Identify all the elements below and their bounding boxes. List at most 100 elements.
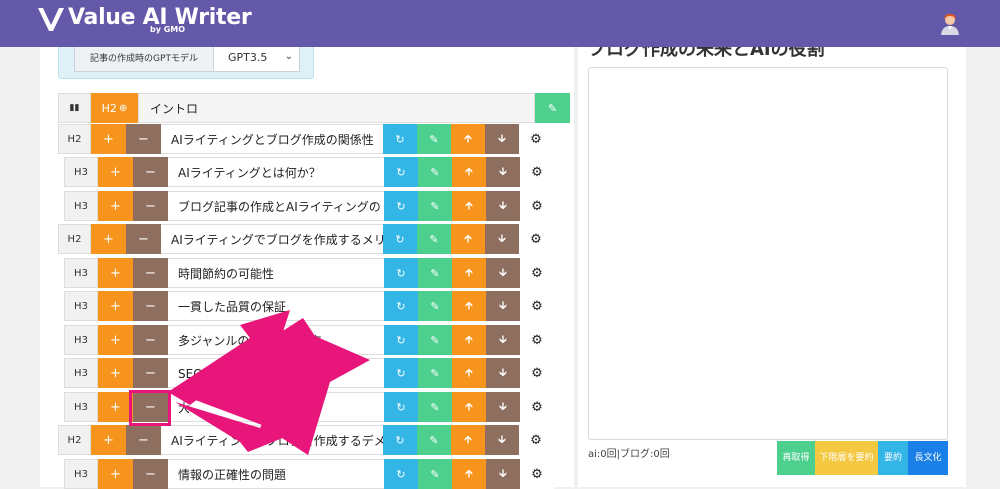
heading-title[interactable]: AIライティングとブログ作成の関係性 — [161, 124, 383, 154]
settings-button[interactable]: ⚙ — [519, 425, 553, 455]
remove-button[interactable]: − — [133, 459, 168, 489]
add-h2-button[interactable]: H2 ⊕ — [91, 93, 138, 123]
heading-title[interactable]: AIライティングとは何か？ — [168, 157, 384, 187]
regenerate-heading-button[interactable]: ↻ — [384, 258, 418, 288]
settings-button[interactable]: ⚙ — [520, 358, 554, 388]
regenerate-heading-button[interactable]: ↻ — [383, 224, 417, 254]
regenerate-heading-button[interactable]: ↻ — [384, 191, 418, 221]
heading-title[interactable]: 情報の正確性の問題 — [168, 459, 384, 489]
add-button[interactable]: + — [98, 191, 133, 221]
move-up-button[interactable]: 🡱 — [451, 224, 485, 254]
move-down-button[interactable]: 🡳 — [486, 358, 520, 388]
regenerate-heading-button[interactable]: ↻ — [383, 124, 417, 154]
add-button[interactable]: + — [98, 392, 133, 422]
regenerate-heading-button[interactable]: ↻ — [384, 459, 418, 489]
pencil-icon: ✎ — [430, 467, 440, 481]
regenerate-heading-button[interactable]: ↻ — [384, 157, 418, 187]
regenerate-heading-button[interactable]: ↻ — [384, 358, 418, 388]
app-logo[interactable]: Value AI Writer — [36, 5, 252, 41]
add-button[interactable]: + — [91, 224, 126, 254]
move-down-button[interactable]: 🡳 — [486, 258, 520, 288]
expand-button[interactable]: 長文化 — [908, 441, 948, 475]
move-up-button[interactable]: 🡱 — [452, 358, 486, 388]
move-up-button[interactable]: 🡱 — [451, 124, 485, 154]
settings-button[interactable]: ⚙ — [520, 191, 554, 221]
move-up-button[interactable]: 🡱 — [452, 325, 486, 355]
remove-button[interactable]: − — [133, 191, 168, 221]
settings-button[interactable]: ⚙ — [519, 224, 553, 254]
add-button[interactable]: + — [98, 325, 133, 355]
intro-edit-button[interactable]: ✎ — [535, 93, 570, 123]
move-up-button[interactable]: 🡱 — [452, 459, 486, 489]
move-up-button[interactable]: 🡱 — [451, 425, 485, 455]
heading-title[interactable]: 時間節約の可能性 — [168, 258, 384, 288]
move-down-button[interactable]: 🡳 — [486, 291, 520, 321]
drag-handle-icon[interactable]: ▮▮ — [58, 93, 91, 123]
add-button[interactable]: + — [98, 157, 133, 187]
move-up-button[interactable]: 🡱 — [452, 258, 486, 288]
edit-heading-button[interactable]: ✎ — [417, 224, 451, 254]
add-button[interactable]: + — [91, 425, 126, 455]
remove-button[interactable]: − — [126, 425, 161, 455]
settings-button[interactable]: ⚙ — [520, 459, 554, 489]
edit-heading-button[interactable]: ✎ — [418, 459, 452, 489]
remove-button[interactable]: − — [133, 291, 168, 321]
remove-button[interactable]: − — [126, 224, 161, 254]
edit-heading-button[interactable]: ✎ — [418, 258, 452, 288]
settings-button[interactable]: ⚙ — [519, 124, 553, 154]
edit-heading-button[interactable]: ✎ — [418, 325, 452, 355]
move-up-button[interactable]: 🡱 — [452, 291, 486, 321]
move-down-button[interactable]: 🡳 — [485, 124, 519, 154]
heading-title[interactable]: SEO対 — [168, 358, 384, 388]
edit-heading-button[interactable]: ✎ — [417, 124, 451, 154]
move-down-button[interactable]: 🡳 — [486, 325, 520, 355]
regenerate-heading-button[interactable]: ↻ — [384, 325, 418, 355]
summarize-button[interactable]: 要約 — [878, 441, 908, 475]
user-avatar-icon[interactable] — [938, 11, 962, 35]
edit-heading-button[interactable]: ✎ — [417, 425, 451, 455]
regenerate-heading-button[interactable]: ↻ — [384, 291, 418, 321]
add-button[interactable]: + — [91, 124, 126, 154]
gpt-model-select[interactable]: GPT3.5 ⌄ — [213, 47, 300, 72]
regenerate-button[interactable]: 再取得 — [777, 441, 815, 475]
remove-button[interactable]: − — [133, 157, 168, 187]
edit-heading-button[interactable]: ✎ — [418, 392, 452, 422]
move-down-button[interactable]: 🡳 — [486, 459, 520, 489]
move-down-button[interactable]: 🡳 — [486, 392, 520, 422]
heading-title[interactable]: 多ジャンルの 対応 — [168, 325, 384, 355]
move-down-button[interactable]: 🡳 — [485, 224, 519, 254]
move-down-button[interactable]: 🡳 — [485, 425, 519, 455]
add-button[interactable]: + — [98, 291, 133, 321]
intro-title[interactable]: イントロ — [138, 93, 535, 123]
add-button[interactable]: + — [98, 459, 133, 489]
settings-button[interactable]: ⚙ — [520, 258, 554, 288]
heading-title[interactable]: AIライティングでブログを作成するデメ — [161, 425, 383, 455]
settings-button[interactable]: ⚙ — [520, 392, 554, 422]
move-up-button[interactable]: 🡱 — [452, 392, 486, 422]
settings-button[interactable]: ⚙ — [520, 157, 554, 187]
regenerate-heading-button[interactable]: ↻ — [384, 392, 418, 422]
heading-title[interactable]: AIライティングでブログを作成するメリ — [161, 224, 383, 254]
move-up-button[interactable]: 🡱 — [452, 157, 486, 187]
remove-button[interactable]: − — [133, 258, 168, 288]
edit-heading-button[interactable]: ✎ — [418, 157, 452, 187]
regenerate-heading-button[interactable]: ↻ — [383, 425, 417, 455]
heading-title[interactable]: ブログ記事の作成とAIライティングの — [168, 191, 384, 221]
remove-button[interactable]: − — [133, 325, 168, 355]
settings-button[interactable]: ⚙ — [520, 291, 554, 321]
edit-heading-button[interactable]: ✎ — [418, 358, 452, 388]
edit-heading-button[interactable]: ✎ — [418, 291, 452, 321]
content-textarea[interactable] — [588, 67, 948, 440]
settings-button[interactable]: ⚙ — [520, 325, 554, 355]
edit-heading-button[interactable]: ✎ — [418, 191, 452, 221]
remove-button[interactable]: − — [126, 124, 161, 154]
add-button[interactable]: + — [98, 358, 133, 388]
move-down-button[interactable]: 🡳 — [486, 191, 520, 221]
move-up-button[interactable]: 🡱 — [452, 191, 486, 221]
heading-title[interactable]: 一貫した品質の保証 — [168, 291, 384, 321]
summarize-children-button[interactable]: 下階層を要約 — [815, 441, 878, 475]
move-down-button[interactable]: 🡳 — [486, 157, 520, 187]
remove-button[interactable]: − — [133, 358, 168, 388]
add-button[interactable]: + — [98, 258, 133, 288]
heading-title[interactable]: 大 — [168, 392, 384, 422]
